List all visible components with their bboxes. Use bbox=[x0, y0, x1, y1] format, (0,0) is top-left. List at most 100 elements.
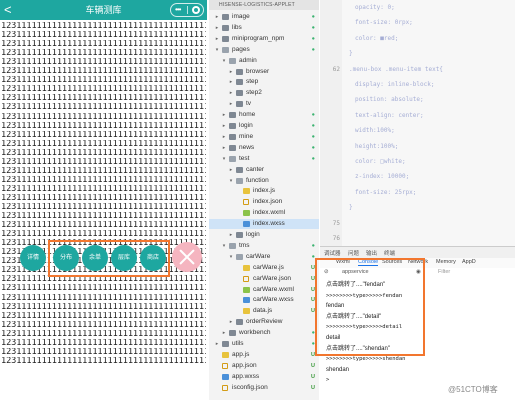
tab-debugger[interactable]: 调试器 bbox=[324, 249, 341, 257]
close-miniprogram-icon[interactable] bbox=[192, 6, 200, 14]
tab-output[interactable]: 输出 bbox=[366, 249, 377, 257]
chevron-right-icon[interactable]: ▸ bbox=[228, 67, 234, 77]
tree-item[interactable]: app.js U bbox=[209, 350, 319, 360]
tree-item[interactable]: ▸ home ● bbox=[209, 110, 319, 120]
code-line: color: ■red; bbox=[320, 31, 515, 46]
folder-icon bbox=[236, 253, 243, 260]
file-icon bbox=[243, 308, 250, 315]
tree-item[interactable]: ▸ orderReview bbox=[209, 317, 319, 327]
tree-item-label: carWare.js bbox=[253, 263, 284, 271]
tree-item[interactable]: ▸ libs ● bbox=[209, 23, 319, 33]
tree-item-label: image bbox=[232, 13, 250, 20]
close-icon[interactable] bbox=[172, 242, 202, 272]
project-name: HISENSE-LOGISTICS-APPLET bbox=[209, 0, 319, 10]
folder-icon bbox=[236, 79, 243, 86]
chevron-right-icon[interactable]: ▸ bbox=[214, 12, 220, 22]
tree-item[interactable]: ▸ canter bbox=[209, 165, 319, 175]
folder-icon bbox=[236, 177, 243, 184]
modified-dot-icon: ● bbox=[311, 112, 315, 119]
tree-item[interactable]: ▸ login bbox=[209, 230, 319, 240]
chevron-right-icon[interactable]: ▸ bbox=[214, 23, 220, 33]
chevron-right-icon[interactable]: ▸ bbox=[228, 77, 234, 87]
chevron-down-icon[interactable]: ▾ bbox=[214, 45, 220, 55]
chevron-right-icon[interactable]: ▸ bbox=[228, 317, 234, 327]
folder-icon bbox=[229, 123, 236, 129]
filter-input[interactable]: Filter bbox=[438, 269, 450, 275]
code-text: opacity: 0; bbox=[355, 4, 395, 11]
tree-item[interactable]: index.wxml bbox=[209, 208, 319, 218]
code-line: font-size: 25rpx; bbox=[320, 185, 515, 200]
number-row: 1231111111111111111111111111111111111111… bbox=[1, 31, 206, 41]
chevron-down-icon[interactable]: ▾ bbox=[221, 241, 227, 251]
more-icon[interactable]: ••• bbox=[175, 6, 181, 14]
code-line: height:100%; bbox=[320, 139, 515, 154]
tree-item-label: pages bbox=[232, 45, 250, 53]
tree-item[interactable]: ▸ news ● bbox=[209, 143, 319, 153]
code-line: } bbox=[320, 46, 515, 61]
folder-icon bbox=[229, 242, 236, 249]
tree-item[interactable]: ▸ step2 bbox=[209, 88, 319, 98]
tree-item[interactable]: ▸ browser bbox=[209, 67, 319, 77]
code-editor[interactable]: opacity: 0; font-size: 0rpx; color: ■red;}… bbox=[320, 0, 515, 246]
tree-item-label: orderReview bbox=[246, 318, 283, 326]
chevron-right-icon[interactable]: ▸ bbox=[221, 132, 227, 142]
fab-detail[interactable]: 详情 bbox=[20, 245, 46, 271]
tab-appdata[interactable]: AppD bbox=[462, 259, 476, 265]
tree-item[interactable]: ▾ admin bbox=[209, 56, 319, 66]
tree-item[interactable]: ▾ carWare ● bbox=[209, 252, 319, 262]
tree-item[interactable]: ▸ mine ● bbox=[209, 132, 319, 142]
tree-item[interactable]: carWare.js U bbox=[209, 263, 319, 273]
tree-item[interactable]: ▸ utils ● bbox=[209, 339, 319, 349]
code-text: height:100%; bbox=[355, 142, 399, 150]
tree-item[interactable]: isconfig.json U bbox=[209, 383, 319, 393]
tab-terminal[interactable]: 终端 bbox=[384, 249, 395, 257]
tree-item[interactable]: ▸ miniprogram_npm ● bbox=[209, 34, 319, 44]
tree-item[interactable]: app.json U bbox=[209, 361, 319, 371]
tree-item[interactable]: data.js U bbox=[209, 306, 319, 316]
chevron-down-icon[interactable]: ▾ bbox=[221, 56, 227, 66]
number-row: 1231111111111111111111111111111111111111… bbox=[1, 67, 206, 77]
tree-item[interactable]: ▾ test ● bbox=[209, 154, 319, 164]
tree-item[interactable]: carWare.wxss U bbox=[209, 295, 319, 305]
chevron-right-icon[interactable]: ▸ bbox=[228, 88, 234, 98]
number-row: 1231111111111111111111111111111111111111… bbox=[1, 320, 206, 330]
tab-problems[interactable]: 问题 bbox=[348, 249, 359, 257]
chevron-right-icon[interactable]: ▸ bbox=[214, 34, 220, 44]
untracked-badge: U bbox=[311, 373, 315, 380]
chevron-right-icon[interactable]: ▸ bbox=[228, 99, 234, 109]
code-line: font-size: 0rpx; bbox=[320, 15, 515, 30]
chevron-down-icon[interactable]: ▾ bbox=[228, 252, 234, 262]
tree-item-label: miniprogram_npm bbox=[232, 34, 285, 42]
tree-item[interactable]: ▸ tv bbox=[209, 99, 319, 109]
code-text: font-size: 25rpx; bbox=[355, 188, 417, 196]
tree-item[interactable]: ▾ function bbox=[209, 176, 319, 186]
number-row: 1231111111111111111111111111111111111111… bbox=[1, 230, 206, 240]
tree-item[interactable]: ▾ pages ● bbox=[209, 45, 319, 55]
chevron-right-icon[interactable]: ▸ bbox=[221, 328, 227, 338]
capsule-menu[interactable]: ••• bbox=[170, 3, 204, 17]
chevron-right-icon[interactable]: ▸ bbox=[221, 143, 227, 153]
tree-item[interactable]: app.wxss U bbox=[209, 372, 319, 382]
untracked-badge: U bbox=[311, 362, 315, 369]
chevron-right-icon[interactable]: ▸ bbox=[221, 121, 227, 131]
tree-item-label: libs bbox=[232, 23, 242, 31]
chevron-right-icon[interactable]: ▸ bbox=[228, 165, 234, 175]
chevron-right-icon[interactable]: ▸ bbox=[228, 230, 234, 240]
tree-item[interactable]: ▾ tms ● bbox=[209, 241, 319, 251]
tab-memory[interactable]: Memory bbox=[436, 259, 456, 265]
tree-item[interactable]: carWare.json U bbox=[209, 274, 319, 284]
tree-item[interactable]: ▸ login ● bbox=[209, 121, 319, 131]
tree-item[interactable]: index.wxss bbox=[209, 219, 319, 230]
chevron-down-icon[interactable]: ▾ bbox=[228, 176, 234, 186]
tree-item[interactable]: ▸ workbench ● bbox=[209, 328, 319, 338]
folder-icon bbox=[222, 341, 229, 347]
tree-item[interactable]: carWare.wxml U bbox=[209, 285, 319, 295]
chevron-right-icon[interactable]: ▸ bbox=[221, 110, 227, 120]
number-row: 1231111111111111111111111111111111111111… bbox=[1, 193, 206, 203]
chevron-down-icon[interactable]: ▾ bbox=[221, 154, 227, 164]
tree-item[interactable]: ▸ step bbox=[209, 77, 319, 87]
tree-item[interactable]: index.js bbox=[209, 186, 319, 196]
tree-item[interactable]: ▸ image ● bbox=[209, 12, 319, 22]
tree-item[interactable]: index.json bbox=[209, 197, 319, 207]
chevron-right-icon[interactable]: ▸ bbox=[214, 339, 220, 349]
